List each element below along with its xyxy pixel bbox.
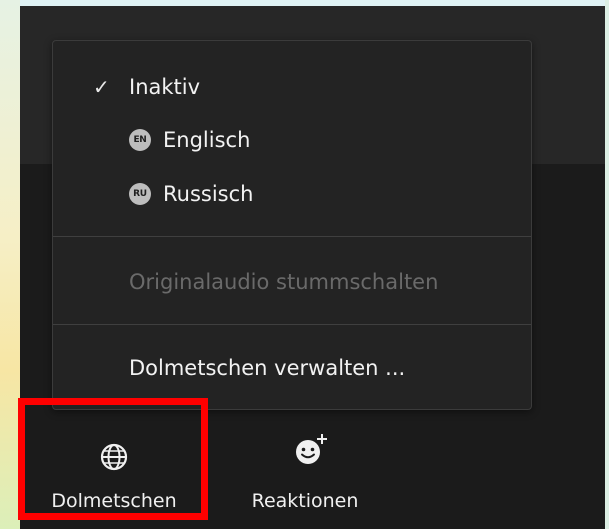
menu-item-label: Russisch: [163, 182, 254, 206]
checkmark-icon: ✓: [93, 75, 110, 99]
language-badge-icon: RU: [129, 183, 151, 205]
menu-item-label: Englisch: [163, 128, 251, 152]
emoji-add-icon: [296, 434, 327, 464]
menu-divider: [53, 324, 531, 325]
menu-item-label: Inaktiv: [129, 75, 201, 99]
menu-divider: [53, 236, 531, 237]
menu-item-manage-interpretation[interactable]: Dolmetschen verwalten ...: [53, 345, 531, 391]
menu-item-english[interactable]: EN Englisch: [53, 117, 531, 163]
menu-item-russian[interactable]: RU Russisch: [53, 171, 531, 217]
menu-item-label: Dolmetschen verwalten ...: [129, 356, 406, 380]
background-right-strip: [605, 0, 609, 529]
menu-item-mute-original-audio: Originalaudio stummschalten: [53, 259, 531, 305]
reactions-button-label: Reaktionen: [251, 490, 359, 512]
background-left-strip: [0, 0, 20, 529]
language-badge-icon: EN: [129, 129, 151, 151]
highlight-frame: [18, 398, 208, 520]
reactions-button[interactable]: Reaktionen: [240, 404, 370, 523]
interpretation-menu: ✓ Inaktiv EN Englisch RU Russisch Origin…: [52, 40, 532, 410]
menu-item-label: Originalaudio stummschalten: [129, 270, 439, 294]
menu-item-inactive[interactable]: ✓ Inaktiv: [53, 64, 531, 110]
